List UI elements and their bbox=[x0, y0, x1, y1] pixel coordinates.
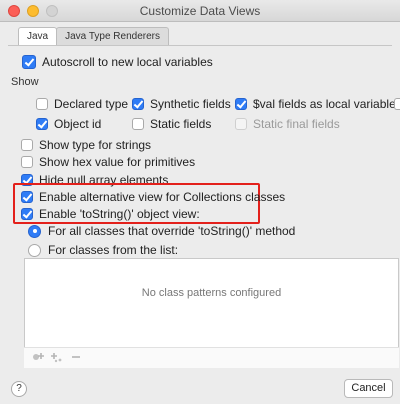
tab-bar: Java Java Type Renderers bbox=[18, 27, 169, 46]
show-section-label: Show bbox=[11, 76, 39, 88]
declared-type-checkbox[interactable] bbox=[36, 98, 48, 110]
show-type-strings-label: Show type for strings bbox=[39, 138, 152, 152]
add-pattern-icon[interactable] bbox=[49, 350, 65, 366]
help-button[interactable]: ? bbox=[11, 381, 27, 397]
synthetic-fields-checkbox[interactable] bbox=[132, 98, 144, 110]
show-type-strings-checkbox[interactable] bbox=[21, 139, 33, 151]
title-bar: Customize Data Views bbox=[0, 0, 400, 22]
tab-divider bbox=[8, 45, 392, 46]
static-fields-checkbox[interactable] bbox=[132, 118, 144, 130]
synthetic-fields-label: Synthetic fields bbox=[150, 97, 231, 111]
autoscroll-checkbox[interactable] bbox=[22, 55, 36, 69]
val-fields-option[interactable]: $val fields as local variables bbox=[235, 96, 400, 112]
autoscroll-option[interactable]: Autoscroll to new local variables bbox=[22, 54, 213, 70]
classes-from-list-label: For classes from the list: bbox=[48, 243, 179, 257]
declared-type-option[interactable]: Declared type bbox=[36, 96, 128, 112]
tostring-view-checkbox[interactable] bbox=[21, 208, 33, 220]
static-final-fields-option: Static final fields bbox=[235, 116, 340, 132]
tab-java-type-renderers[interactable]: Java Type Renderers bbox=[56, 27, 169, 46]
window-title: Customize Data Views bbox=[139, 4, 261, 18]
synthetic-fields-option[interactable]: Synthetic fields bbox=[132, 96, 231, 112]
remove-icon[interactable] bbox=[68, 350, 84, 366]
tostring-view-option[interactable]: Enable 'toString()' object view: bbox=[21, 206, 200, 222]
all-classes-radio[interactable] bbox=[28, 224, 41, 238]
static-final-fields-label: Static final fields bbox=[253, 117, 340, 131]
classes-from-list-radio[interactable] bbox=[28, 243, 41, 257]
object-id-option[interactable]: Object id bbox=[36, 116, 101, 132]
autoscroll-label: Autoscroll to new local variables bbox=[42, 55, 213, 69]
tostring-view-label: Enable 'toString()' object view: bbox=[39, 207, 200, 221]
declared-type-label: Declared type bbox=[54, 97, 129, 111]
tab-java[interactable]: Java bbox=[18, 27, 58, 46]
add-class-icon[interactable] bbox=[30, 350, 46, 366]
show-hex-label: Show hex value for primitives bbox=[39, 155, 196, 169]
partial-checkbox[interactable] bbox=[394, 98, 400, 110]
static-fields-option[interactable]: Static fields bbox=[132, 116, 211, 132]
static-final-fields-checkbox bbox=[235, 118, 247, 130]
empty-list-text: No class patterns configured bbox=[141, 287, 282, 299]
val-fields-label: $val fields as local variables bbox=[253, 97, 400, 111]
all-classes-option[interactable]: For all classes that override 'toString(… bbox=[28, 223, 295, 239]
alternative-view-label: Enable alternative view for Collections … bbox=[39, 190, 286, 204]
cancel-button[interactable]: Cancel bbox=[344, 379, 393, 398]
object-id-checkbox[interactable] bbox=[36, 118, 48, 130]
classes-from-list-option[interactable]: For classes from the list: bbox=[28, 242, 178, 258]
val-fields-checkbox[interactable] bbox=[235, 98, 247, 110]
object-id-label: Object id bbox=[54, 117, 102, 131]
list-toolbar bbox=[24, 347, 399, 368]
show-type-strings-option[interactable]: Show type for strings bbox=[21, 137, 151, 153]
show-hex-option[interactable]: Show hex value for primitives bbox=[21, 154, 195, 170]
alternative-view-option[interactable]: Enable alternative view for Collections … bbox=[21, 189, 285, 205]
alternative-view-checkbox[interactable] bbox=[21, 191, 33, 203]
show-hex-checkbox[interactable] bbox=[21, 156, 33, 168]
static-fields-label: Static fields bbox=[150, 117, 212, 131]
all-classes-label: For all classes that override 'toString(… bbox=[48, 224, 296, 238]
